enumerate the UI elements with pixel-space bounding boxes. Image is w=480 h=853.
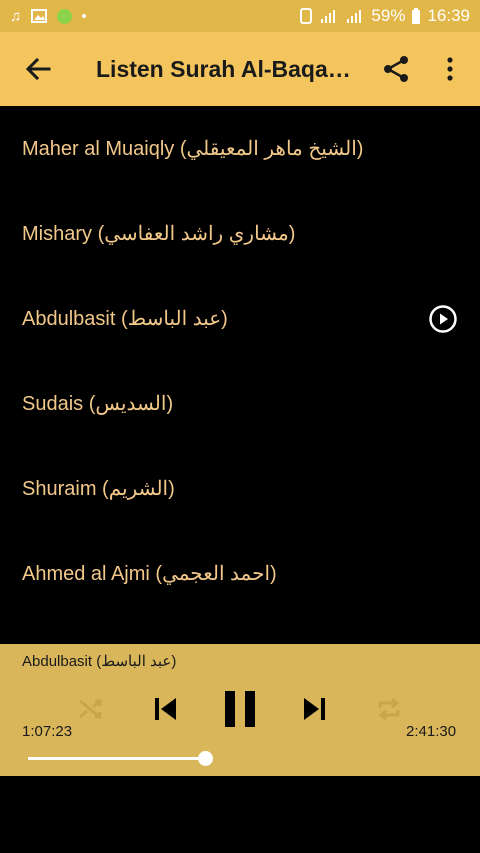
back-button[interactable]	[18, 49, 58, 89]
signal-icon	[321, 10, 336, 23]
battery-icon	[412, 8, 421, 24]
previous-button[interactable]	[148, 692, 182, 726]
now-playing-title: Abdulbasit (عبد الباسط)	[22, 653, 177, 670]
more-notifications-icon	[82, 14, 87, 18]
shuffle-button[interactable]	[74, 692, 108, 726]
skip-previous-icon	[155, 698, 176, 720]
list-item[interactable]: Sudais (السديس)	[0, 361, 480, 446]
overflow-menu-button[interactable]	[434, 49, 466, 89]
reciter-label: Maher al Muaiqly (الشيخ ماهر المعيقلي)	[22, 138, 364, 160]
battery-percent: 59%	[371, 6, 406, 25]
reciter-label: Sudais (السديس)	[22, 393, 174, 415]
player-panel: Abdulbasit (عبد الباسط) 1:07:23 2:41:30	[0, 644, 480, 776]
reciter-label: Abdulbasit (عبد الباسط)	[22, 308, 228, 330]
total-time: 2:41:30	[406, 723, 457, 740]
page-title: Listen Surah Al-Baqarah	[96, 56, 358, 82]
more-vertical-icon	[447, 57, 453, 81]
repeat-button[interactable]	[372, 692, 406, 726]
seek-bar-thumb[interactable]	[198, 751, 213, 766]
clock: 16:39	[427, 6, 470, 25]
pause-button[interactable]	[218, 686, 262, 732]
music-note-icon: ♫	[10, 7, 22, 25]
list-item[interactable]: Shuraim (الشريم)	[0, 446, 480, 531]
list-item[interactable]: Maher al Muaiqly (الشيخ ماهر المعيقلي)	[0, 106, 480, 191]
reciter-list: Maher al Muaiqly (الشيخ ماهر المعيقلي) M…	[0, 106, 480, 616]
next-button[interactable]	[298, 692, 332, 726]
seek-bar-progress[interactable]	[28, 757, 206, 760]
share-icon	[384, 56, 408, 82]
play-circle-icon[interactable]	[428, 304, 458, 334]
share-button[interactable]	[378, 49, 414, 89]
status-bar: ♫ 59% 16:39	[0, 0, 480, 32]
list-item[interactable]: Ahmed al Ajmi (احمد العجمي)	[0, 531, 480, 616]
sim-icon	[300, 8, 313, 24]
app-toolbar: Listen Surah Al-Baqarah	[0, 32, 480, 106]
signal-icon-2	[347, 10, 362, 23]
reciter-label: Mishary (مشاري راشد العفاسي)	[22, 223, 296, 245]
app-notification-icon	[57, 8, 73, 24]
list-item[interactable]: Mishary (مشاري راشد العفاسي)	[0, 191, 480, 276]
arrow-left-icon	[25, 58, 51, 80]
list-item[interactable]: Abdulbasit (عبد الباسط)	[0, 276, 480, 361]
repeat-icon	[378, 697, 400, 721]
current-time: 1:07:23	[22, 723, 73, 740]
reciter-label: Shuraim (الشريم)	[22, 478, 175, 500]
pause-icon	[225, 691, 255, 727]
image-icon	[31, 9, 48, 23]
shuffle-icon	[79, 699, 102, 719]
reciter-label: Ahmed al Ajmi (احمد العجمي)	[22, 563, 277, 585]
skip-next-icon	[304, 698, 325, 720]
